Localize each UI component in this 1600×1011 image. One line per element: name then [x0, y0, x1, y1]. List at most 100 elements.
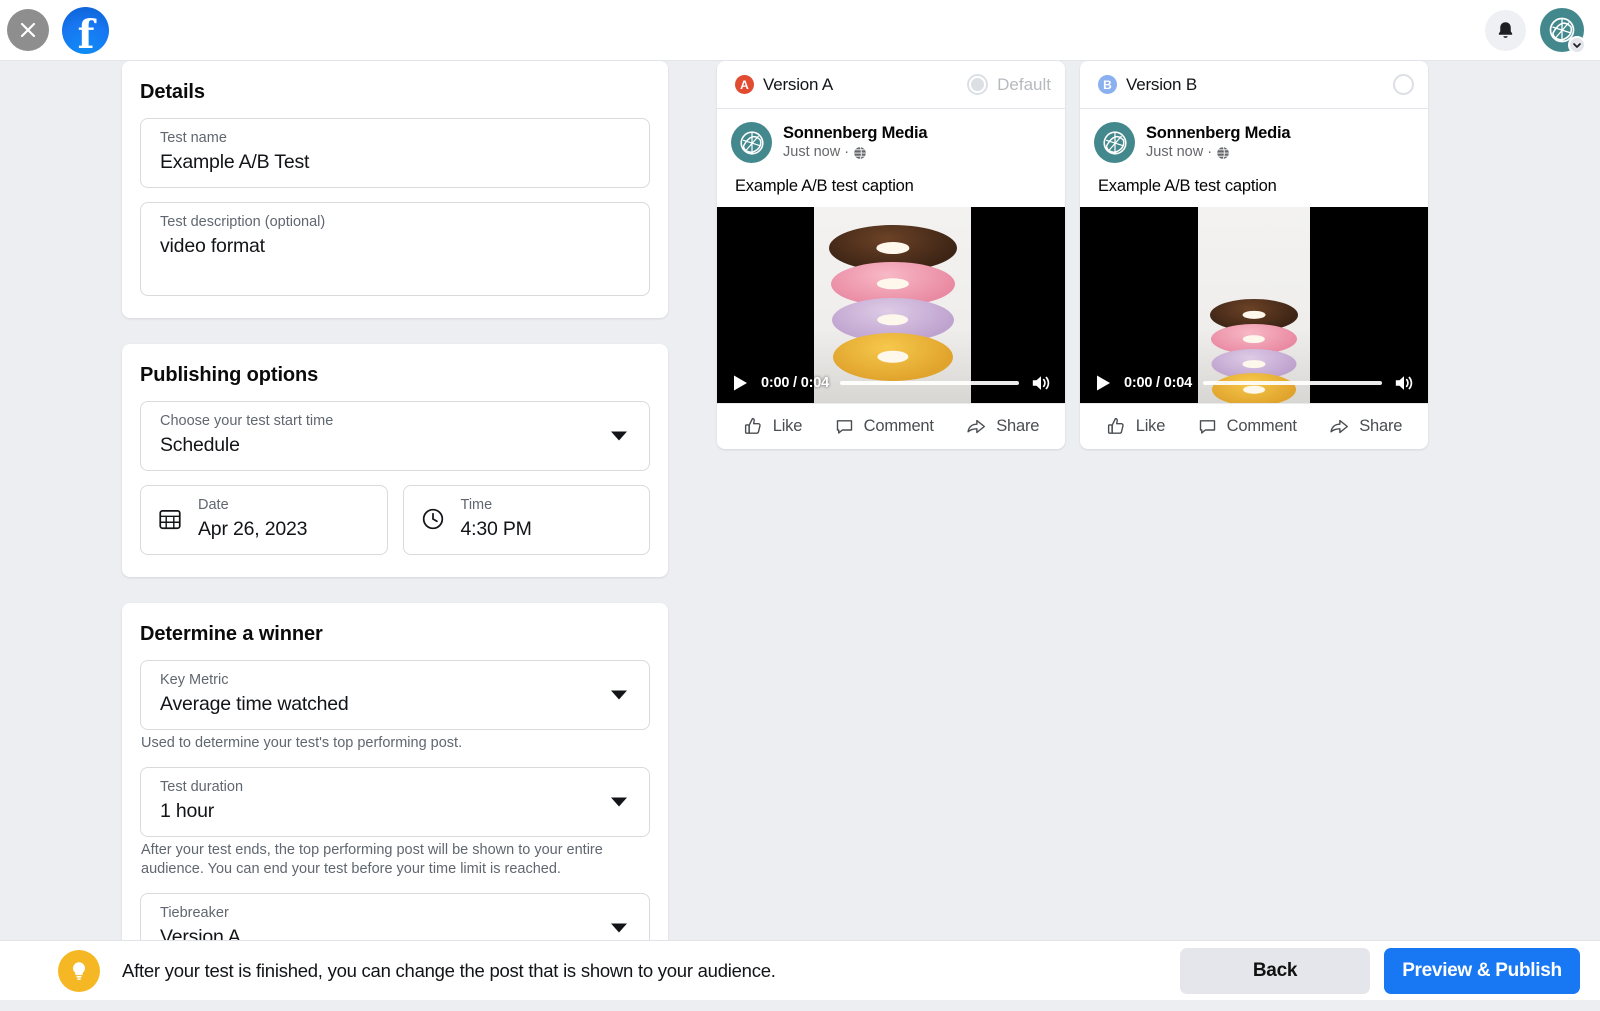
- date-value: Apr 26, 2023: [198, 515, 307, 543]
- globe-icon: [853, 146, 867, 160]
- publishing-options-heading: Publishing options: [140, 364, 650, 387]
- post-caption: Example A/B test caption: [1080, 169, 1428, 207]
- date-picker[interactable]: Date Apr 26, 2023: [140, 485, 388, 555]
- determine-winner-heading: Determine a winner: [140, 623, 650, 646]
- account-menu-button[interactable]: [1540, 8, 1584, 52]
- calendar-icon: [157, 506, 183, 532]
- version-a-post-actions: Like Comment Share: [717, 403, 1065, 449]
- version-a-video-player[interactable]: 0:00 / 0:04: [717, 207, 1065, 403]
- video-progress-bar[interactable]: [840, 381, 1019, 385]
- comment-button[interactable]: Comment: [834, 416, 934, 437]
- video-controls[interactable]: 0:00 / 0:04: [1080, 363, 1428, 403]
- post-meta: Just now ·: [783, 143, 927, 162]
- globe-icon: [1216, 146, 1230, 160]
- version-b-header: B Version B: [1080, 61, 1428, 109]
- default-label: Default: [997, 75, 1051, 95]
- video-time-display: 0:00 / 0:04: [761, 375, 829, 391]
- test-description-input[interactable]: Test description (optional) video format: [140, 202, 650, 296]
- version-b-badge: B: [1098, 75, 1117, 94]
- version-b-post-header: Sonnenberg Media Just now ·: [1080, 109, 1428, 169]
- comment-button[interactable]: Comment: [1197, 416, 1297, 437]
- post-author-name: Sonnenberg Media: [783, 123, 927, 143]
- time-label: Time: [461, 495, 532, 515]
- footer-bar: After your test is finished, you can cha…: [0, 940, 1600, 1000]
- chevron-down-icon: [611, 923, 627, 932]
- close-icon: [18, 20, 38, 40]
- start-time-label: Choose your test start time: [160, 411, 635, 431]
- volume-icon[interactable]: [1030, 373, 1052, 393]
- play-icon[interactable]: [1093, 373, 1113, 393]
- test-name-value: Example A/B Test: [160, 148, 635, 176]
- donut-stack-image: [823, 225, 963, 385]
- top-bar: f: [0, 0, 1600, 61]
- lightbulb-icon: [58, 950, 100, 992]
- chevron-down-icon: [611, 797, 627, 806]
- thumbs-up-icon: [743, 416, 764, 437]
- like-button[interactable]: Like: [1106, 416, 1165, 437]
- video-controls[interactable]: 0:00 / 0:04: [717, 363, 1065, 403]
- chevron-down-icon: [611, 691, 627, 700]
- sonnenberg-leaf-icon: [737, 128, 767, 158]
- volume-icon[interactable]: [1393, 373, 1415, 393]
- version-b-video-player[interactable]: 0:00 / 0:04: [1080, 207, 1428, 403]
- like-button[interactable]: Like: [743, 416, 802, 437]
- preview-column: A Version A Default Sonnenberg Media: [717, 61, 1428, 449]
- notifications-button[interactable]: [1485, 10, 1526, 51]
- share-button[interactable]: Share: [1328, 416, 1402, 437]
- video-time-display: 0:00 / 0:04: [1124, 375, 1192, 391]
- version-a-post-header: Sonnenberg Media Just now ·: [717, 109, 1065, 169]
- share-label: Share: [1359, 417, 1402, 436]
- like-label: Like: [1136, 417, 1165, 436]
- start-time-select[interactable]: Choose your test start time Schedule: [140, 401, 650, 471]
- test-settings-column: Details Test name Example A/B Test Test …: [122, 61, 668, 1011]
- key-metric-value: Average time watched: [160, 690, 635, 718]
- post-timestamp: Just now: [783, 143, 840, 162]
- schedule-row: Date Apr 26, 2023 Time 4:30 PM: [140, 485, 650, 555]
- time-picker[interactable]: Time 4:30 PM: [403, 485, 651, 555]
- preview-publish-button[interactable]: Preview & Publish: [1384, 948, 1580, 994]
- key-metric-select[interactable]: Key Metric Average time watched: [140, 660, 650, 730]
- publishing-options-card: Publishing options Choose your test star…: [122, 344, 668, 577]
- test-duration-help-text: After your test ends, the top performing…: [141, 841, 650, 880]
- top-bar-actions: [1485, 8, 1600, 52]
- version-a-badge: A: [735, 75, 754, 94]
- test-duration-select[interactable]: Test duration 1 hour: [140, 767, 650, 837]
- comment-label: Comment: [864, 417, 934, 436]
- default-radio-selected[interactable]: [967, 74, 988, 95]
- clock-icon: [420, 506, 446, 532]
- key-metric-help-text: Used to determine your test's top perfor…: [141, 734, 650, 754]
- start-time-value: Schedule: [160, 431, 635, 459]
- test-name-input[interactable]: Test name Example A/B Test: [140, 118, 650, 188]
- default-radio-unselected[interactable]: [1393, 74, 1414, 95]
- share-icon: [1328, 416, 1350, 437]
- chevron-down-icon: [611, 432, 627, 441]
- version-b-post-actions: Like Comment Share: [1080, 403, 1428, 449]
- close-button[interactable]: [7, 9, 49, 51]
- test-duration-value: 1 hour: [160, 797, 635, 825]
- page-body: Details Test name Example A/B Test Test …: [0, 61, 1600, 941]
- share-icon: [965, 416, 987, 437]
- share-button[interactable]: Share: [965, 416, 1039, 437]
- thumbs-up-icon: [1106, 416, 1127, 437]
- comment-icon: [834, 416, 855, 437]
- test-name-label: Test name: [160, 128, 635, 148]
- comment-label: Comment: [1227, 417, 1297, 436]
- back-button[interactable]: Back: [1180, 948, 1370, 994]
- video-progress-bar[interactable]: [1203, 381, 1382, 385]
- version-a-default-control[interactable]: Default: [967, 74, 1051, 95]
- preview-card-version-a: A Version A Default Sonnenberg Media: [717, 61, 1065, 449]
- footer-actions: Back Preview & Publish: [1180, 948, 1580, 994]
- facebook-logo-letter: f: [78, 17, 94, 53]
- test-description-value: video format: [160, 232, 635, 260]
- post-avatar: [1094, 122, 1135, 163]
- preview-card-version-b: B Version B Sonnenberg Media: [1080, 61, 1428, 449]
- post-author-name: Sonnenberg Media: [1146, 123, 1290, 143]
- chevron-down-icon: [1568, 36, 1586, 54]
- play-icon[interactable]: [730, 373, 750, 393]
- version-b-default-control[interactable]: [1393, 74, 1414, 95]
- post-timestamp: Just now: [1146, 143, 1203, 162]
- footer-tip-text: After your test is finished, you can cha…: [122, 960, 776, 982]
- time-value: 4:30 PM: [461, 515, 532, 543]
- facebook-logo[interactable]: f: [62, 7, 109, 54]
- details-card: Details Test name Example A/B Test Test …: [122, 61, 668, 318]
